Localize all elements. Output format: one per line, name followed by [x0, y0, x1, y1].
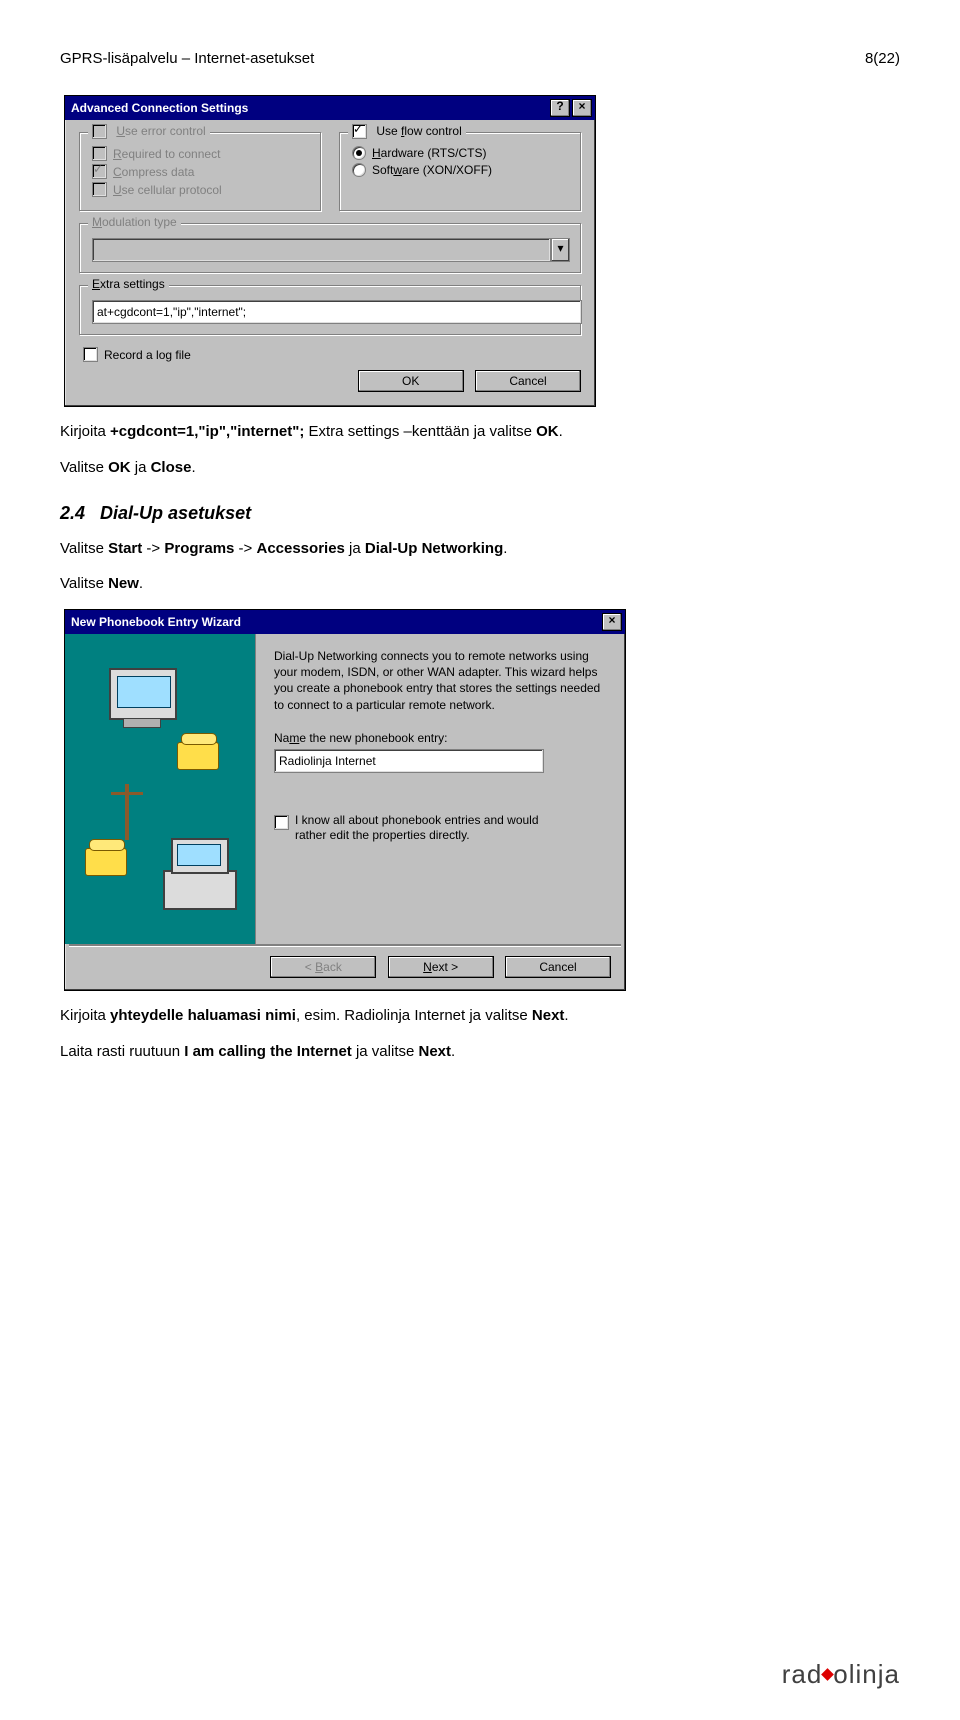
error-control-group: Use error control Required to connect Co… — [79, 132, 321, 211]
help-button[interactable]: ? — [550, 99, 570, 117]
modulation-legend: Modulation type — [88, 215, 181, 229]
wizard-intro-text: Dial-Up Networking connects you to remot… — [274, 648, 607, 713]
hardware-radio[interactable] — [352, 146, 366, 160]
software-radio[interactable] — [352, 163, 366, 177]
instruction-2: Valitse OK ja Close. — [60, 457, 900, 479]
footer-logo: radolinja radiolinja — [782, 1659, 900, 1690]
page-header: GPRS-lisäpalvelu – Internet-asetukset 8(… — [60, 50, 900, 67]
instruction-6: Laita rasti ruutuun I am calling the Int… — [60, 1041, 900, 1063]
record-log-row: Record a log file — [83, 347, 581, 362]
wizard-artwork — [65, 634, 256, 944]
know-all-label: I know all about phonebook entries and w… — [295, 813, 555, 844]
error-control-legend: Use error control — [88, 124, 210, 139]
phonebook-name-input[interactable]: Radiolinja Internet — [274, 749, 544, 773]
laptop-icon — [163, 870, 237, 910]
instruction-5: Kirjoita yhteydelle haluamasi nimi, esim… — [60, 1005, 900, 1027]
modulation-dropdown[interactable]: ▾ — [92, 238, 570, 262]
hardware-radio-row: Hardware (RTS/CTS) — [352, 146, 570, 160]
cellular-checkbox[interactable] — [92, 182, 107, 197]
flow-control-legend: Use flow control — [348, 124, 466, 139]
flow-control-group: Use flow control Hardware (RTS/CTS) Soft… — [339, 132, 581, 211]
extra-settings-group: Extra settings at+cgdcont=1,"ip","intern… — [79, 285, 581, 335]
required-to-connect-row: Required to connect — [92, 146, 310, 161]
next-button[interactable]: Next > — [388, 956, 494, 978]
modulation-group: Modulation type ▾ — [79, 223, 581, 273]
header-right: 8(22) — [865, 50, 900, 67]
header-left: GPRS-lisäpalvelu – Internet-asetukset — [60, 50, 314, 67]
know-all-checkbox[interactable] — [274, 815, 289, 830]
phone-icon — [85, 848, 127, 876]
phone-icon — [177, 742, 219, 770]
cellular-protocol-row: Use cellular protocol — [92, 182, 310, 197]
wizard-name-label: Name the new phonebook entry: — [274, 731, 607, 745]
telephone-pole-icon — [125, 784, 129, 840]
ok-button[interactable]: OK — [358, 370, 464, 392]
instruction-1: Kirjoita +cgdcont=1,"ip","internet"; Ext… — [60, 421, 900, 443]
software-radio-row: Software (XON/XOFF) — [352, 163, 570, 177]
cancel-button[interactable]: Cancel — [505, 956, 611, 978]
cancel-button[interactable]: Cancel — [475, 370, 581, 392]
compress-data-row: Compress data — [92, 164, 310, 179]
dialog2-title: New Phonebook Entry Wizard — [71, 615, 600, 629]
extra-settings-legend: Extra settings — [88, 277, 169, 291]
dialog2-titlebar: New Phonebook Entry Wizard × — [65, 610, 625, 634]
dialog1-title: Advanced Connection Settings — [71, 101, 548, 115]
section-heading: 2.4 Dial-Up asetukset — [60, 503, 900, 524]
extra-settings-input[interactable]: at+cgdcont=1,"ip","internet"; — [92, 300, 582, 324]
close-button[interactable]: × — [602, 613, 622, 631]
dialog1-titlebar: Advanced Connection Settings ? × — [65, 96, 595, 120]
instruction-4: Valitse New. — [60, 573, 900, 595]
record-log-checkbox[interactable] — [83, 347, 98, 362]
required-checkbox[interactable] — [92, 146, 107, 161]
know-all-row: I know all about phonebook entries and w… — [274, 813, 607, 844]
compress-checkbox[interactable] — [92, 164, 107, 179]
advanced-connection-dialog: Advanced Connection Settings ? × Use err… — [64, 95, 596, 407]
use-flow-control-checkbox[interactable] — [352, 124, 367, 139]
use-error-control-checkbox[interactable] — [92, 124, 107, 139]
dropdown-arrow-icon[interactable]: ▾ — [551, 238, 570, 262]
phonebook-wizard-dialog: New Phonebook Entry Wizard × Dial-Up Net… — [64, 609, 626, 991]
close-button[interactable]: × — [572, 99, 592, 117]
monitor-icon — [109, 668, 177, 720]
instruction-3: Valitse Start -> Programs -> Accessories… — [60, 538, 900, 560]
logo-dot-icon — [821, 1668, 834, 1681]
back-button[interactable]: < Back — [270, 956, 376, 978]
